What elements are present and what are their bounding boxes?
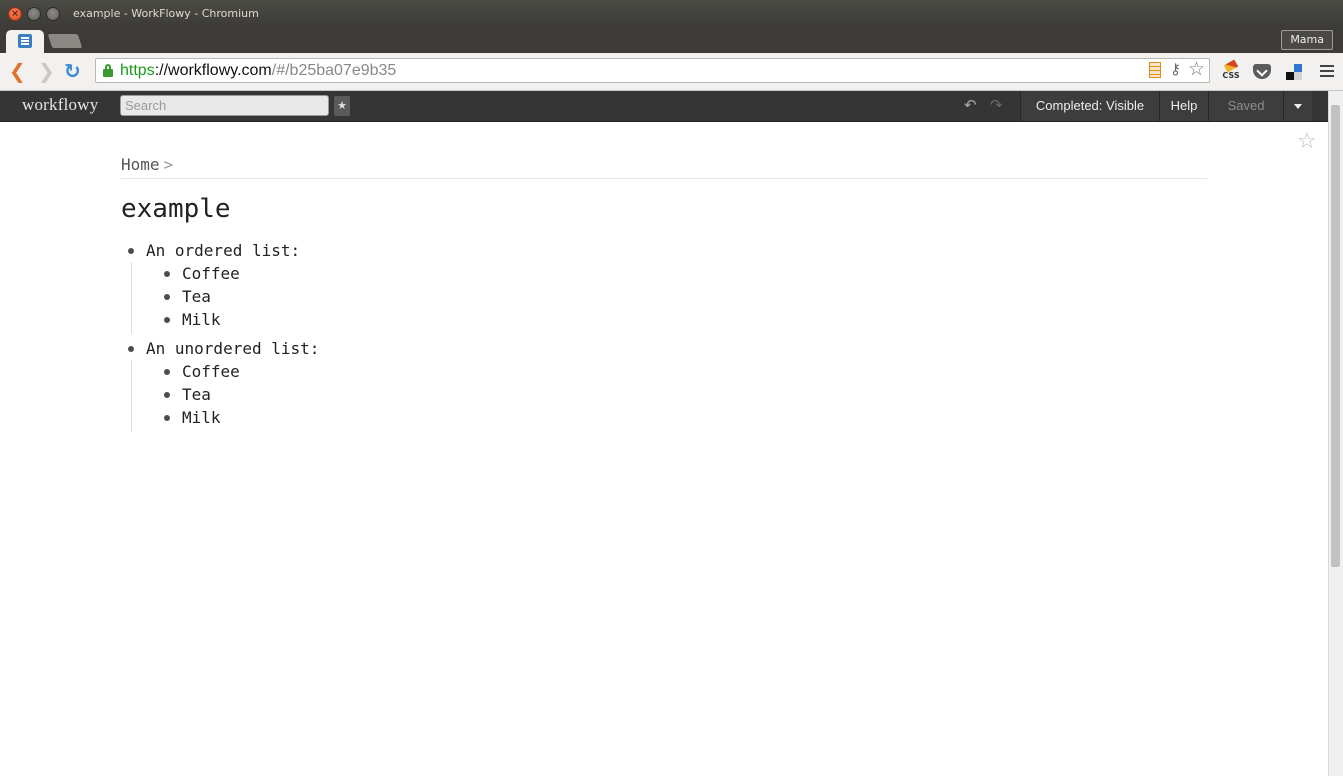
list-item[interactable]: Tea xyxy=(182,287,211,306)
workflowy-favicon-icon xyxy=(18,34,32,48)
window-maximize-button[interactable] xyxy=(46,7,60,21)
children-guide-line xyxy=(131,262,132,334)
breadcrumb-divider xyxy=(121,178,1207,179)
starred-pages-button[interactable]: ★ xyxy=(334,96,350,116)
delicious-extension-icon[interactable] xyxy=(1286,64,1302,80)
pocket-extension-icon[interactable] xyxy=(1253,64,1271,79)
reload-icon[interactable]: ↻ xyxy=(64,61,81,81)
completed-visible-button[interactable]: Completed: Visible xyxy=(1020,91,1159,121)
rss-icon[interactable] xyxy=(1149,62,1161,78)
page-title[interactable]: example xyxy=(121,194,231,224)
forward-icon[interactable]: ❯ xyxy=(38,61,55,81)
window-close-button[interactable]: × xyxy=(8,7,22,21)
tab-strip: Mama xyxy=(0,28,1343,53)
workflowy-header: workflowy ★ ↶ ↷ Completed: Visible Help … xyxy=(0,91,1328,122)
bullet-icon[interactable] xyxy=(164,415,170,421)
list-item[interactable]: Milk xyxy=(182,310,221,329)
back-icon[interactable]: ❮ xyxy=(9,61,26,81)
list-item[interactable]: Tea xyxy=(182,385,211,404)
tab-workflowy[interactable] xyxy=(6,30,44,53)
list-item[interactable]: Coffee xyxy=(182,264,240,283)
workflowy-logo[interactable]: workflowy xyxy=(22,95,98,115)
bullet-icon[interactable] xyxy=(128,346,134,352)
dropdown-menu-button[interactable] xyxy=(1283,91,1312,121)
menu-icon[interactable] xyxy=(1320,65,1334,80)
key-icon[interactable]: ⚷ xyxy=(1170,60,1181,78)
bookmark-star-icon[interactable]: ☆ xyxy=(1188,58,1205,80)
list-item[interactable]: An ordered list: xyxy=(146,241,300,260)
help-button[interactable]: Help xyxy=(1159,91,1208,121)
window-minimize-button[interactable] xyxy=(27,7,41,21)
new-tab-button[interactable] xyxy=(47,34,83,48)
bullet-icon[interactable] xyxy=(164,317,170,323)
breadcrumb-separator: > xyxy=(163,155,174,174)
bullet-icon[interactable] xyxy=(164,271,170,277)
bullet-icon[interactable] xyxy=(164,369,170,375)
scrollbar-thumb[interactable] xyxy=(1331,105,1340,567)
undo-icon[interactable]: ↶ xyxy=(964,96,977,114)
breadcrumb: Home > xyxy=(121,155,173,174)
bullet-icon[interactable] xyxy=(164,294,170,300)
lock-icon xyxy=(103,64,113,77)
css-extension-icon[interactable]: CSS xyxy=(1221,59,1241,84)
address-bar[interactable]: https://workflowy.com/#/b25ba07e9b35 ⚷ ☆ xyxy=(95,58,1210,83)
saved-status: Saved xyxy=(1208,91,1283,121)
list-item[interactable]: An unordered list: xyxy=(146,339,319,358)
list-item[interactable]: Milk xyxy=(182,408,221,427)
browser-toolbar: ❮ ❯ ↻ https://workflowy.com/#/b25ba07e9b… xyxy=(0,53,1343,91)
url-text[interactable]: https://workflowy.com/#/b25ba07e9b35 xyxy=(120,62,396,80)
outline-content: ☆ Home > example An ordered list: Coffee … xyxy=(0,122,1328,776)
redo-icon[interactable]: ↷ xyxy=(990,96,1003,114)
profile-button[interactable]: Mama xyxy=(1281,30,1333,50)
breadcrumb-home-link[interactable]: Home xyxy=(121,155,160,174)
bullet-icon[interactable] xyxy=(164,392,170,398)
star-page-icon[interactable]: ☆ xyxy=(1297,129,1317,154)
children-guide-line xyxy=(131,360,132,432)
vertical-scrollbar[interactable] xyxy=(1328,91,1343,776)
bullet-icon[interactable] xyxy=(128,248,134,254)
window-title: example - WorkFlowy - Chromium xyxy=(73,7,259,20)
window-titlebar: × example - WorkFlowy - Chromium xyxy=(0,0,1343,28)
search-input[interactable] xyxy=(120,95,329,116)
list-item[interactable]: Coffee xyxy=(182,362,240,381)
